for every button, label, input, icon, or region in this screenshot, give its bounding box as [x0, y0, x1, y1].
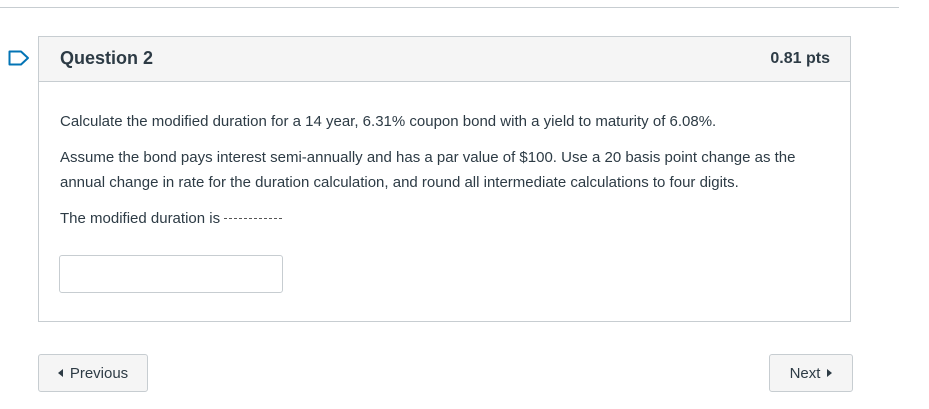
question-paragraph-2: Assume the bond pays interest semi-annua… — [60, 149, 796, 191]
next-label: Next — [789, 364, 821, 382]
previous-button[interactable]: Previous — [38, 354, 148, 392]
triangle-left-icon — [57, 369, 63, 377]
triangle-right-icon — [827, 369, 833, 377]
top-divider — [0, 7, 899, 8]
answer-blank — [224, 218, 283, 219]
question-points: 0.81 pts — [770, 50, 830, 67]
previous-label: Previous — [69, 364, 129, 382]
question-title: Question 2 — [60, 48, 154, 68]
question-header: Question 2 0.81 pts — [39, 37, 850, 82]
question-card: Question 2 0.81 pts Calculate the modifi… — [38, 36, 851, 322]
question-prompt: The modified duration is — [60, 210, 221, 227]
question-paragraph-3: The modified duration is — [60, 206, 283, 231]
question-paragraph-1: Calculate the modified duration for a 14… — [60, 113, 717, 130]
next-button[interactable]: Next — [769, 354, 853, 392]
answer-input[interactable] — [59, 255, 283, 293]
bookmark-flag-icon[interactable] — [8, 50, 30, 66]
